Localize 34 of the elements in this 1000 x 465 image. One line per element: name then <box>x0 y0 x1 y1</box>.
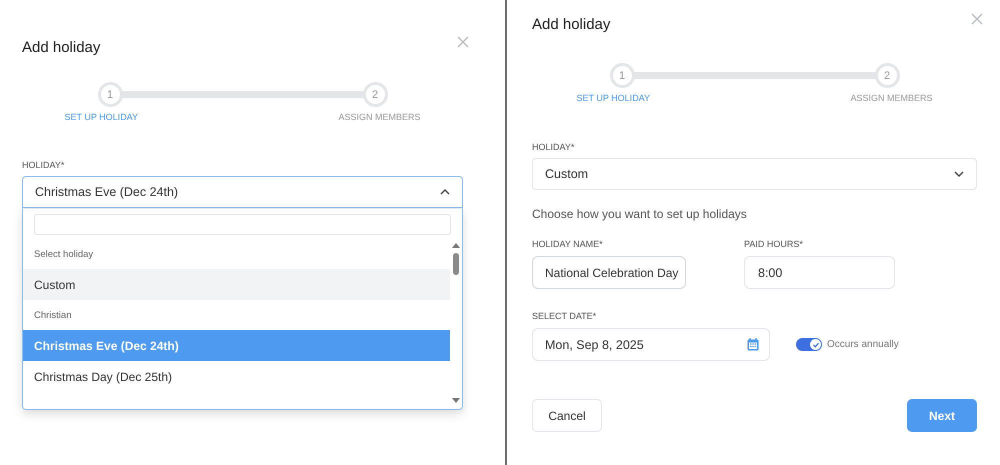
field-label: HOLIDAY NAME* <box>532 239 603 249</box>
cancel-button[interactable]: Cancel <box>532 399 602 432</box>
check-icon <box>812 340 820 348</box>
step-circle: 2 <box>874 63 900 88</box>
close-icon[interactable] <box>457 36 469 48</box>
dropdown-option[interactable]: Christmas Day (Dec 25th) <box>23 361 450 392</box>
holiday-select[interactable]: Custom <box>532 158 977 190</box>
paid-hours-field[interactable]: 8:00 <box>744 256 895 289</box>
scrollbar-thumb[interactable] <box>453 253 459 275</box>
field-label: HOLIDAY* <box>22 160 64 170</box>
hint-text: Choose how you want to set up holidays <box>532 207 748 221</box>
chevron-icon <box>440 189 450 195</box>
toggle-switch[interactable] <box>796 338 822 351</box>
chevron-icon <box>954 171 964 177</box>
group-header: Christian <box>34 310 72 320</box>
dialog-title: Add holiday <box>22 39 100 56</box>
toggle-label: Occurs annually <box>827 339 899 350</box>
field-label: HOLIDAY* <box>532 142 574 152</box>
holiday-select[interactable]: Christmas Eve (Dec 24th) <box>22 176 463 208</box>
step-circle: 1 <box>98 82 122 107</box>
field-label: PAID HOURS* <box>744 239 803 249</box>
calendar-icon <box>747 338 759 351</box>
scroll-up-icon[interactable] <box>452 243 460 248</box>
dropdown-option[interactable]: Custom <box>23 269 450 300</box>
step-circle: 1 <box>610 63 634 88</box>
holiday-name-field[interactable]: National Celebration Day <box>532 256 686 289</box>
dialog-title: Add holiday <box>532 16 610 33</box>
scroll-down-icon[interactable] <box>452 398 460 403</box>
close-icon[interactable] <box>971 13 983 25</box>
field-label: SELECT DATE* <box>532 311 596 321</box>
search-field[interactable] <box>34 214 451 235</box>
step-circle: 2 <box>362 82 388 107</box>
date-field[interactable]: Mon, Sep 8, 2025 <box>532 328 770 361</box>
group-header: Select holiday <box>34 248 94 260</box>
